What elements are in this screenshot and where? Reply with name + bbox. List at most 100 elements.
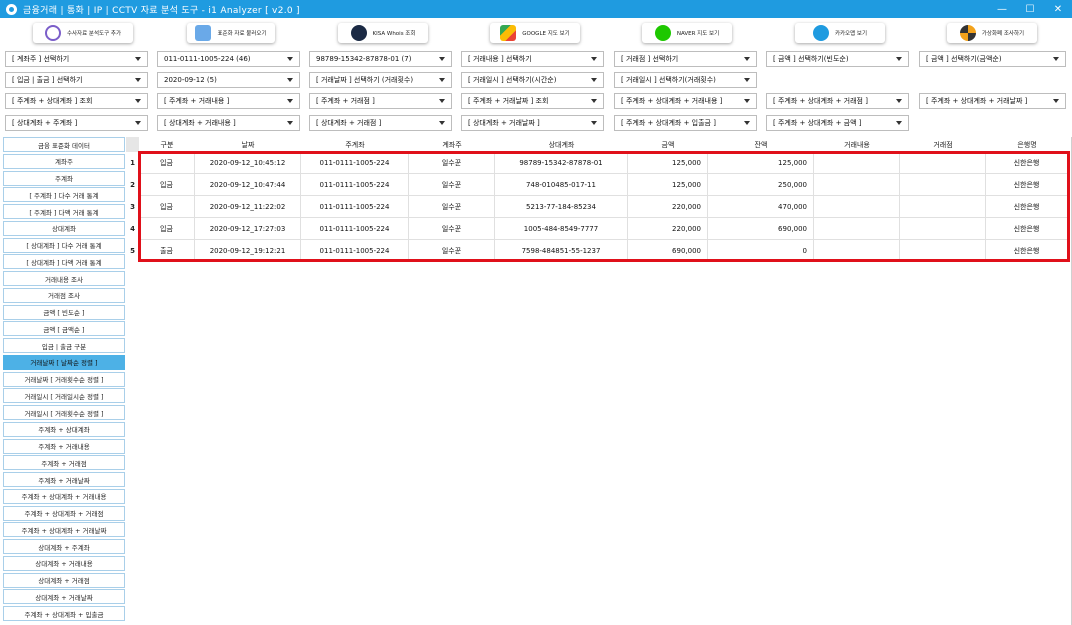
amount-cell: 125,000	[628, 174, 708, 196]
main-counter-amount-select[interactable]: [ 주계좌 + 상대계좌 + 금액 ]	[766, 115, 909, 131]
sidebar-item-branch-investigation[interactable]: 거래점 조사	[3, 287, 125, 303]
close-button[interactable]: ✕	[1044, 0, 1072, 18]
sidebar-item-main-counter[interactable]: 주계좌 + 상대계좌	[3, 421, 125, 437]
sidebar-item-counter-date[interactable]: 상대계좌 + 거래날짜	[3, 589, 125, 605]
bank-cell: 신한은행	[986, 152, 1068, 174]
transaction-time-count-select[interactable]: [ 거래일시 ] 선택하기(거래횟수)	[614, 72, 757, 88]
sidebar-item-main-counter-date[interactable]: 주계좌 + 상대계좌 + 거래날짜	[3, 522, 125, 538]
sidebar-item-main-date[interactable]: 주계좌 + 거래날짜	[3, 472, 125, 487]
kakao-map-button[interactable]: 카카오맵 보기	[795, 23, 885, 43]
table-row[interactable]: 2 입금 2020-09-12_10:47:44 011-0111-1005-2…	[126, 174, 1072, 196]
main-counter-inout-select[interactable]: [ 주계좌 + 상대계좌 + 입출금 ]	[614, 115, 757, 131]
branch-cell	[900, 196, 986, 218]
load-standard-data-button[interactable]: 표준화 자료 불러오기	[187, 23, 275, 43]
date-select[interactable]: 2020-09-12 (5)	[157, 72, 300, 88]
sidebar-item-datetime-sort[interactable]: 거래일시 [ 거래일시순 정렬 ]	[3, 388, 125, 404]
sidebar-item-account-holder[interactable]: 계좌주	[3, 153, 125, 169]
sidebar-item-main-content[interactable]: 주계좌 + 거래내용	[3, 438, 125, 454]
column-header[interactable]: 금액	[628, 137, 708, 152]
table-header: 구분 날짜 주계좌 계좌주 상대계좌 금액 잔액 거래내용 거래점 은행명	[126, 137, 1072, 152]
sidebar-item-datetime-count-sort[interactable]: 거래일시 [ 거래횟수순 정렬 ]	[3, 405, 125, 420]
counter-date-select[interactable]: [ 상대계좌 + 거래날짜 ]	[461, 115, 604, 131]
sidebar-item-standard-data[interactable]: 금융 표준화 데이터	[3, 137, 125, 152]
google-map-button[interactable]: GOOGLE 지도 보기	[490, 23, 580, 43]
column-header[interactable]: 계좌주	[409, 137, 495, 152]
sidebar-item-counter-branch[interactable]: 상대계좌 + 거래점	[3, 572, 125, 588]
sidebar-item-date-count-sort[interactable]: 거래날짜 [ 거래횟수순 정렬 ]	[3, 371, 125, 387]
naver-map-button[interactable]: NAVER 지도 보기	[642, 23, 732, 43]
sidebar-item-counter-account[interactable]: 상대계좌	[3, 220, 125, 236]
counter-content-select[interactable]: [ 상대계좌 + 거래내용 ]	[157, 115, 300, 131]
chevron-down-icon	[439, 99, 445, 103]
table-row[interactable]: 5 출금 2020-09-12_19:12:21 011-0111-1005-2…	[126, 240, 1072, 262]
transaction-time-order-select[interactable]: [ 거래일시 ] 선택하기(시간순)	[461, 72, 604, 88]
main-counter-content-select[interactable]: [ 주계좌 + 상대계좌 + 거래내용 ]	[614, 93, 757, 109]
sidebar-item-counter-large-stats[interactable]: [ 상대계좌 ] 다액 거래 통계	[3, 254, 125, 270]
content-cell	[814, 174, 900, 196]
sidebar-item-amount-frequency[interactable]: 금액 [ 빈도순 ]	[3, 304, 125, 320]
document-icon	[195, 25, 212, 41]
table-row[interactable]: 3 입금 2020-09-12_11:22:02 011-0111-1005-2…	[126, 196, 1072, 218]
sidebar-item-counter-frequent-stats[interactable]: [ 상대계좌 ] 다수 거래 통계	[3, 237, 125, 253]
transaction-content-select[interactable]: [ 거래내용 ] 선택하기	[461, 51, 604, 67]
sidebar-item-main-counter-content[interactable]: 주계좌 + 상대계좌 + 거래내용	[3, 488, 125, 504]
sidebar-item-counter-content[interactable]: 상대계좌 + 거래내용	[3, 555, 125, 571]
chevron-down-icon	[744, 121, 750, 125]
type-cell: 입금	[139, 196, 195, 218]
sidebar-item-main-counter-inout[interactable]: 주계좌 + 상대계좌 + 입출금	[3, 606, 125, 621]
branch-select[interactable]: [ 거래점 ] 선택하기	[614, 51, 757, 67]
maximize-button[interactable]: ☐	[1016, 0, 1044, 18]
column-header[interactable]: 주계좌	[301, 137, 409, 152]
crypto-investigation-button[interactable]: 가상화폐 조사하기	[947, 23, 1037, 43]
balance-cell: 250,000	[708, 174, 814, 196]
sidebar-item-amount-value[interactable]: 금액 [ 금액순 ]	[3, 321, 125, 337]
branch-cell	[900, 152, 986, 174]
sidebar-item-date-sort[interactable]: 거래날짜 [ 날짜순 정렬 ]	[3, 354, 125, 370]
date-cell: 2020-09-12_10:47:44	[195, 174, 301, 196]
amount-value-select[interactable]: [ 금액 ] 선택하기(금액순)	[919, 51, 1066, 67]
balance-cell: 125,000	[708, 152, 814, 174]
column-header[interactable]: 잔액	[708, 137, 814, 152]
transaction-date-count-select[interactable]: [ 거래날짜 ] 선택하기 (거래횟수)	[309, 72, 452, 88]
table-row[interactable]: 1 입금 2020-09-12_10:45:12 011-0111-1005-2…	[126, 152, 1072, 174]
column-header[interactable]: 상대계좌	[495, 137, 628, 152]
main-counter-account-select[interactable]: [ 주계좌 + 상대계좌 ] 조회	[5, 93, 148, 109]
column-header[interactable]: 거래내용	[814, 137, 900, 152]
sidebar-item-main-account[interactable]: 주계좌	[3, 170, 125, 186]
main-account-cell: 011-0111-1005-224	[301, 174, 409, 196]
sidebar-item-main-counter-branch[interactable]: 주계좌 + 상대계좌 + 거래점	[3, 505, 125, 521]
sidebar-item-main-large-stats[interactable]: [ 주계좌 ] 다액 거래 통계	[3, 204, 125, 219]
main-counter-branch-select[interactable]: [ 주계좌 + 상대계좌 + 거래점 ]	[766, 93, 909, 109]
sidebar-item-deposit-withdrawal[interactable]: 입금 | 출금 구분	[3, 338, 125, 353]
kisa-whois-button[interactable]: KISA Whois 조회	[338, 23, 428, 43]
amount-frequency-select[interactable]: [ 금액 ] 선택하기(빈도순)	[766, 51, 909, 67]
chevron-down-icon	[287, 78, 293, 82]
account-holder-select[interactable]: [ 계좌주 ] 선택하기	[5, 51, 148, 67]
column-header[interactable]: 은행명	[986, 137, 1068, 152]
main-date-select[interactable]: [ 주계좌 + 거래날짜 ] 조회	[461, 93, 604, 109]
account-holder-cell: 일수꾼	[409, 240, 495, 262]
sidebar-item-main-frequent-stats[interactable]: [ 주계좌 ] 다수 거래 통계	[3, 187, 125, 203]
counter-account-select[interactable]: 98789-15342-87878-01 (7)	[309, 51, 452, 67]
sidebar-item-content-investigation[interactable]: 거래내용 조사	[3, 271, 125, 286]
chevron-down-icon	[591, 57, 597, 61]
main-account-select[interactable]: 011-0111-1005-224 (46)	[157, 51, 300, 67]
add-analysis-tool-button[interactable]: 수사자료 분석도구 추가	[33, 23, 133, 43]
row-number: 2	[130, 181, 135, 189]
sidebar-item-counter-main[interactable]: 상대계좌 + 주계좌	[3, 539, 125, 554]
deposit-withdrawal-select[interactable]: [ 입금 | 출금 ] 선택하기	[5, 72, 148, 88]
window-title: 금융거래 | 통화 | IP | CCTV 자료 분석 도구 - i1 Anal…	[23, 5, 300, 16]
main-counter-date-select[interactable]: [ 주계좌 + 상대계좌 + 거래날짜 ]	[919, 93, 1066, 109]
counter-branch-select[interactable]: [ 상대계좌 + 거래점 ]	[309, 115, 452, 131]
minimize-button[interactable]: —	[988, 0, 1016, 18]
table-row[interactable]: 4 입금 2020-09-12_17:27:03 011-0111-1005-2…	[126, 218, 1072, 240]
column-header[interactable]: 구분	[139, 137, 195, 152]
main-content-select[interactable]: [ 주계좌 + 거래내용 ]	[157, 93, 300, 109]
column-header[interactable]: 날짜	[195, 137, 301, 152]
main-branch-select[interactable]: [ 주계좌 + 거래점 ]	[309, 93, 452, 109]
counter-main-select[interactable]: [ 상대계좌 + 주계좌 ]	[5, 115, 148, 131]
main-account-cell: 011-0111-1005-224	[301, 152, 409, 174]
column-header[interactable]: 거래점	[900, 137, 986, 152]
sidebar-item-main-branch[interactable]: 주계좌 + 거래점	[3, 455, 125, 471]
amount-cell: 125,000	[628, 152, 708, 174]
